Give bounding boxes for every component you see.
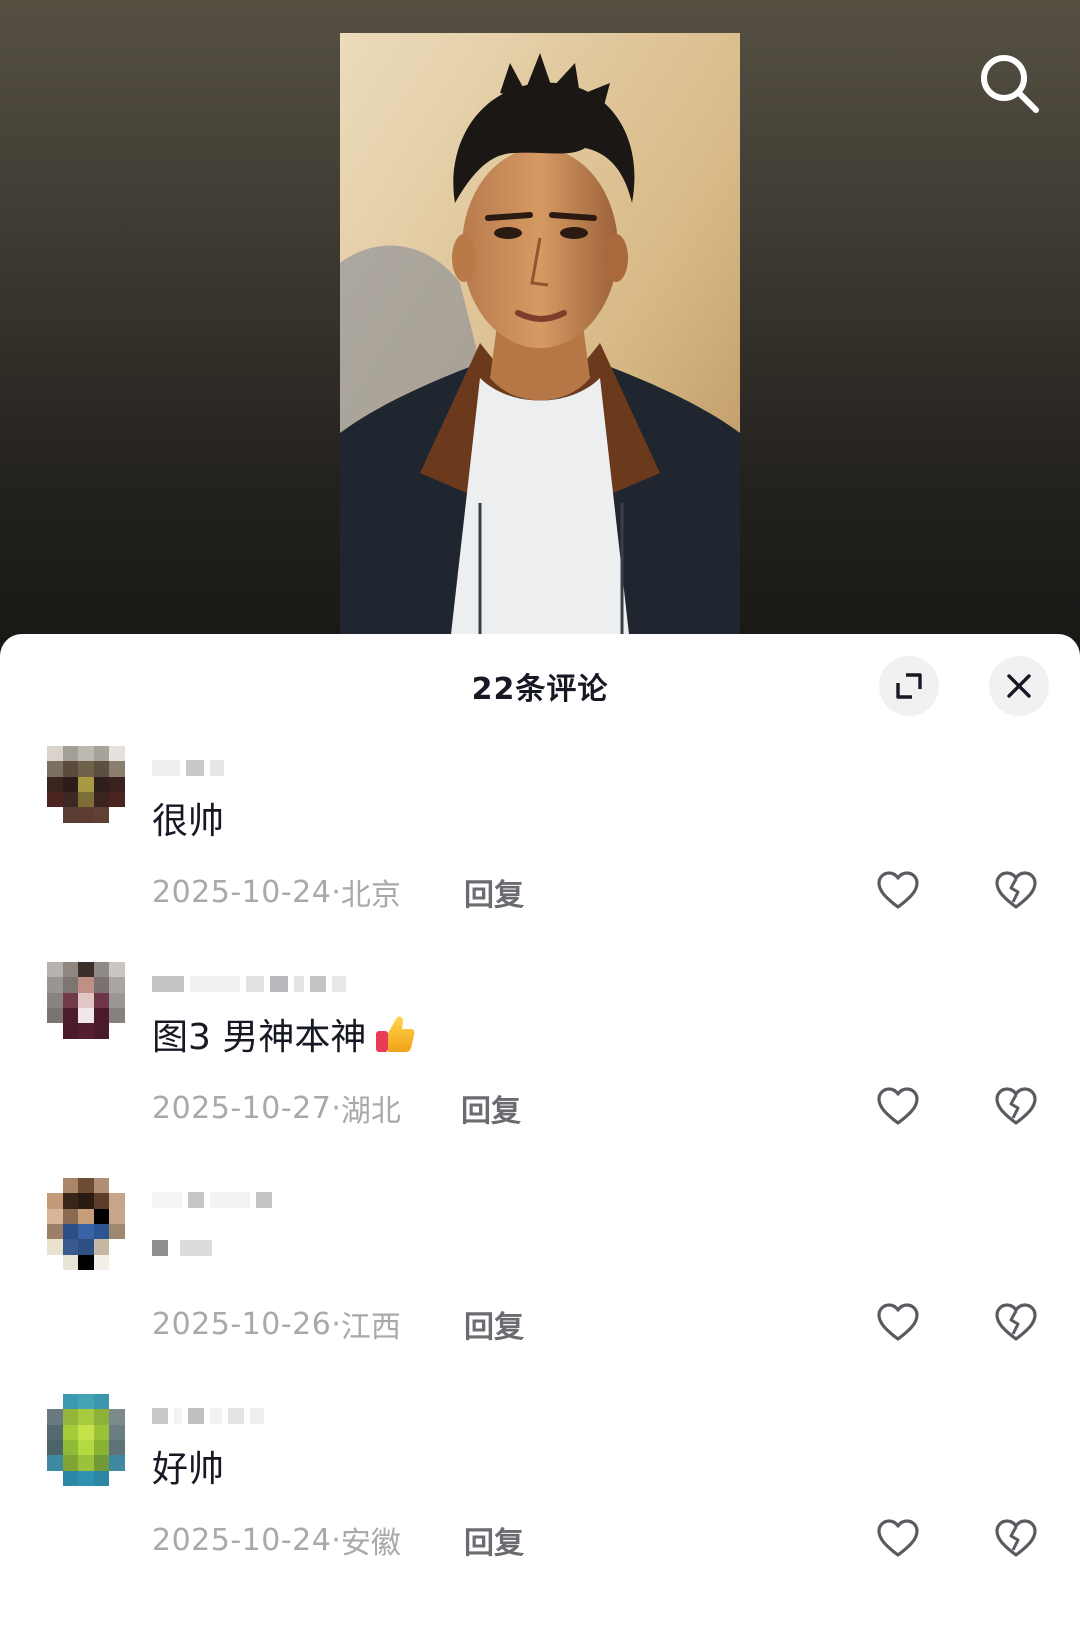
- meta-separator: ·: [331, 1090, 341, 1126]
- meta-separator: ·: [331, 1522, 341, 1558]
- comment-item: 很帅 2025-10-24 · 北京 回复: [0, 734, 1080, 950]
- portrait-image: [340, 33, 740, 643]
- username-redacted[interactable]: [152, 974, 346, 994]
- expand-icon: [896, 673, 922, 699]
- redacted-block: [152, 1240, 168, 1256]
- broken-heart-icon: [995, 1519, 1037, 1557]
- app-root: 22条评论 很帅 2025-10-24 · 北京 回复 图3 男神本神 2025…: [0, 0, 1080, 1626]
- comment-text: 图3 男神本神: [152, 1008, 416, 1060]
- like-button[interactable]: [876, 1086, 920, 1126]
- meta-separator: ·: [331, 1306, 341, 1342]
- heart-icon: [877, 1519, 919, 1557]
- close-button[interactable]: [989, 656, 1049, 716]
- comment-text: 很帅: [152, 801, 225, 842]
- expand-button[interactable]: [879, 656, 939, 716]
- username-redacted[interactable]: [152, 1190, 272, 1210]
- comment-date: 2025-10-24: [152, 874, 332, 910]
- close-icon: [1007, 674, 1031, 698]
- username-redacted[interactable]: [152, 758, 224, 778]
- redacted-block: [180, 1240, 212, 1256]
- username-redacted[interactable]: [152, 1406, 264, 1426]
- broken-heart-icon: [995, 1087, 1037, 1125]
- comment-item: 好帅 2025-10-24 · 安徽 回复: [0, 1382, 1080, 1598]
- comment-text-redacted: [152, 1240, 212, 1256]
- dislike-button[interactable]: [994, 870, 1038, 910]
- comment-meta: 2025-10-24 · 安徽: [152, 1518, 401, 1562]
- comment-item: 2025-10-26 · 江西 回复: [0, 1166, 1080, 1382]
- avatar[interactable]: [47, 746, 125, 838]
- comment-meta: 2025-10-24 · 北京: [152, 870, 401, 914]
- meta-separator: ·: [331, 874, 341, 910]
- avatar[interactable]: [47, 1394, 125, 1486]
- thumbs-up-icon: [376, 1016, 415, 1052]
- reply-button[interactable]: 回复: [464, 1518, 524, 1562]
- comment-meta: 2025-10-26 · 江西: [152, 1302, 401, 1346]
- comment-item: 图3 男神本神 2025-10-27 · 湖北 回复: [0, 950, 1080, 1166]
- comment-list: 很帅 2025-10-24 · 北京 回复 图3 男神本神 2025-10-27…: [0, 734, 1080, 1598]
- like-button[interactable]: [876, 870, 920, 910]
- post-photo[interactable]: [340, 33, 740, 643]
- avatar[interactable]: [47, 1178, 125, 1270]
- comment-location: 湖北: [340, 1094, 401, 1129]
- comment-location: 北京: [340, 878, 401, 913]
- comment-date: 2025-10-26: [152, 1306, 332, 1342]
- comment-date: 2025-10-27: [152, 1090, 332, 1126]
- comment-text: 好帅: [152, 1449, 225, 1490]
- comment-location: 安徽: [340, 1526, 401, 1561]
- like-button[interactable]: [876, 1302, 920, 1342]
- reply-button[interactable]: 回复: [464, 1302, 524, 1346]
- broken-heart-icon: [995, 1303, 1037, 1341]
- dislike-button[interactable]: [994, 1518, 1038, 1558]
- search-icon: [981, 55, 1039, 113]
- comment-text-content: 图3 男神本神: [152, 1017, 367, 1058]
- comment-meta: 2025-10-27 · 湖北: [152, 1086, 401, 1130]
- dislike-button[interactable]: [994, 1086, 1038, 1126]
- reply-button[interactable]: 回复: [461, 1086, 521, 1130]
- dislike-button[interactable]: [994, 1302, 1038, 1342]
- heart-icon: [877, 1303, 919, 1341]
- heart-icon: [877, 1087, 919, 1125]
- avatar[interactable]: [47, 962, 125, 1054]
- comment-location: 江西: [340, 1310, 401, 1345]
- like-button[interactable]: [876, 1518, 920, 1558]
- reply-button[interactable]: 回复: [464, 870, 524, 914]
- comment-sheet-header: 22条评论: [0, 634, 1080, 734]
- comment-sheet: 22条评论 很帅 2025-10-24 · 北京 回复 图3 男神本神 2025…: [0, 634, 1080, 1626]
- search-button[interactable]: [978, 52, 1042, 116]
- broken-heart-icon: [995, 871, 1037, 909]
- heart-icon: [877, 871, 919, 909]
- comment-date: 2025-10-24: [152, 1522, 332, 1558]
